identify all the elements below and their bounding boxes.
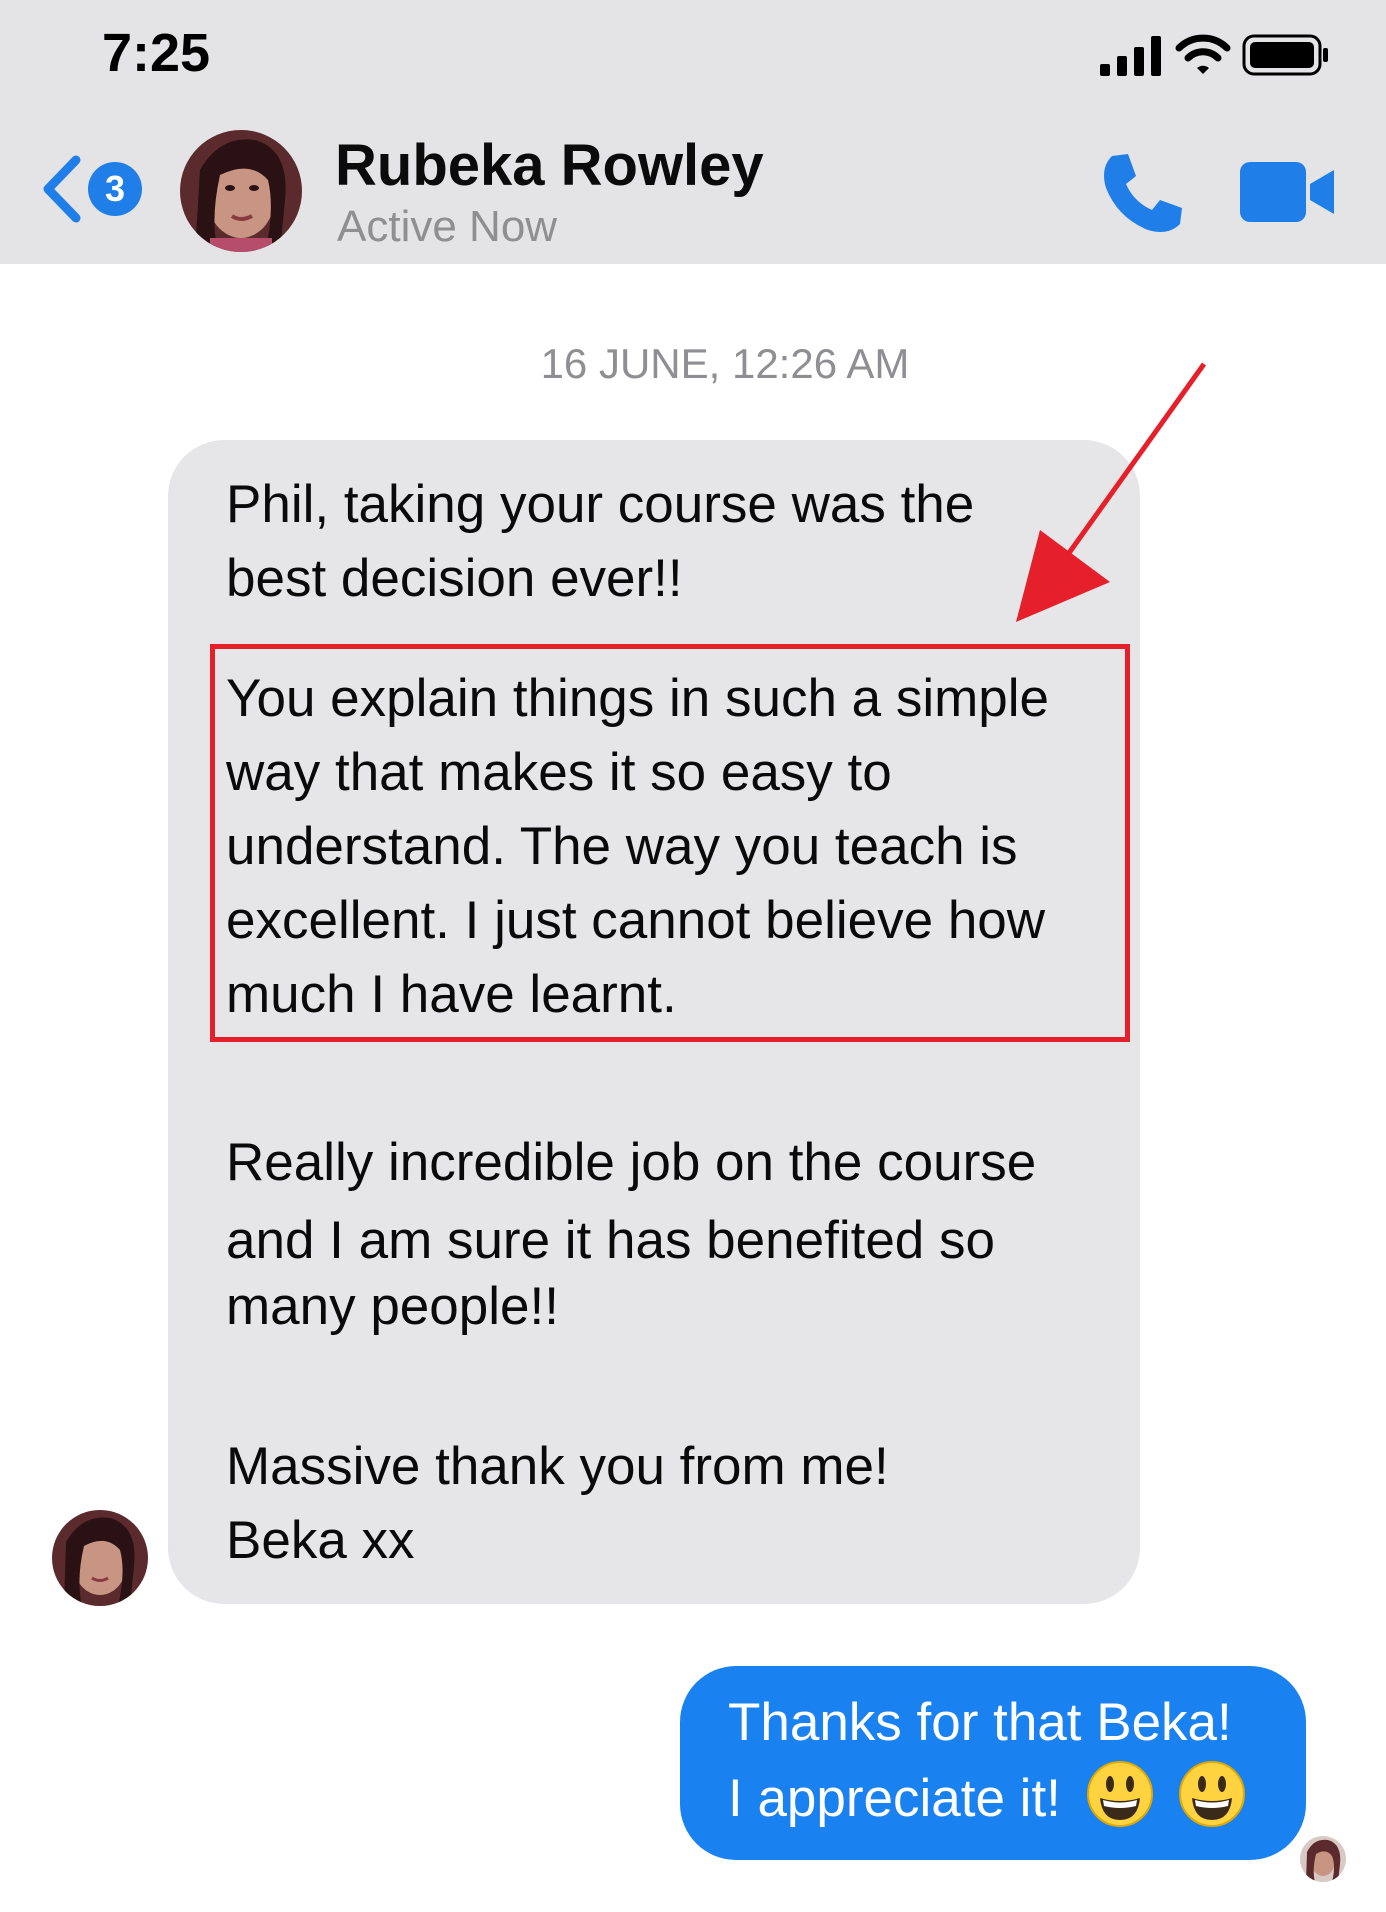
- message-line: best decision ever!!: [226, 549, 683, 608]
- reply-line: Thanks for that Beka!: [728, 1693, 1232, 1752]
- chat-header: 7:25 3 Rubeka Rowley Active Now: [0, 0, 1386, 264]
- contact-avatar[interactable]: [180, 130, 302, 252]
- video-camera-icon[interactable]: [1240, 158, 1336, 226]
- back-chevron-icon: [43, 155, 81, 223]
- contact-name[interactable]: Rubeka Rowley: [335, 132, 764, 199]
- message-line: Beka xx: [226, 1511, 415, 1570]
- message-line: Phil, taking your course was the: [226, 475, 975, 534]
- contact-status: Active Now: [337, 202, 558, 251]
- message-line: Really incredible job on the course: [226, 1133, 1037, 1192]
- reply-line-with-emojis: I appreciate it!: [728, 1760, 1246, 1836]
- unread-count-badge: 3: [88, 162, 142, 216]
- arrow-annotation-icon: [1016, 362, 1207, 622]
- grinning-face-emoji-icon: [1179, 1761, 1246, 1827]
- battery-icon: [1242, 34, 1328, 76]
- wifi-icon: [1175, 34, 1231, 74]
- sender-avatar[interactable]: [52, 1510, 148, 1606]
- highlight-annotation-box: [210, 644, 1130, 1042]
- reply-line: I appreciate it!: [728, 1769, 1061, 1828]
- message-line: Massive thank you from me!: [226, 1437, 889, 1496]
- signal-icon: [1100, 36, 1161, 76]
- message-line: many people!!: [226, 1277, 559, 1336]
- back-button[interactable]: 3: [38, 150, 148, 230]
- phone-icon[interactable]: [1098, 148, 1188, 238]
- messenger-screen: 7:25 3 Rubeka Rowley Active Now 16 JUNE,…: [0, 0, 1386, 1912]
- grinning-face-emoji-icon: [1086, 1761, 1153, 1827]
- status-time: 7:25: [102, 23, 211, 83]
- read-receipt-avatar: [1300, 1836, 1346, 1882]
- message-line: and I am sure it has benefited so: [226, 1211, 995, 1270]
